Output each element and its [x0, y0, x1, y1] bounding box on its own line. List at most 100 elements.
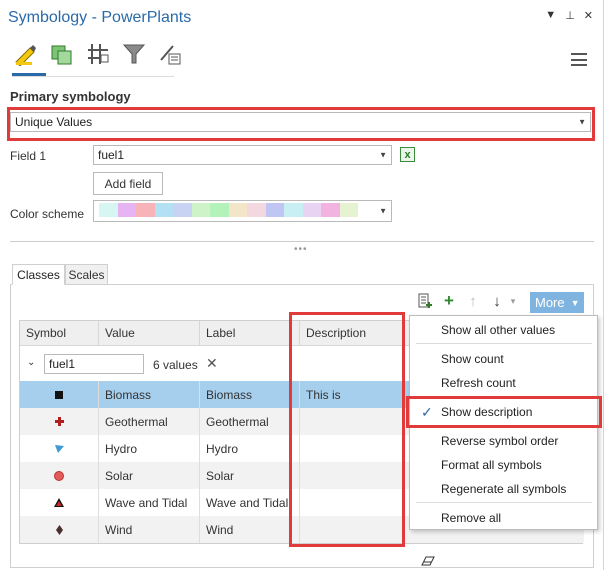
value-cell[interactable]: Hydro [99, 435, 200, 462]
tab-label-classes[interactable] [84, 40, 112, 70]
options-menu-icon[interactable] [571, 53, 587, 66]
pane-title-controls: ▼ ⊥ ✕ [545, 9, 593, 22]
group-value-count: 6 values [153, 358, 198, 372]
tab-filter[interactable] [120, 40, 148, 70]
menu-item-refresh-count[interactable]: Refresh count [410, 372, 597, 394]
black-square-symbol-icon [55, 390, 63, 399]
symbology-pane: Symbology - PowerPlants ▼ ⊥ ✕ Primary sy… [0, 0, 604, 570]
menu-item-regenerate-all-symbols[interactable]: Regenerate all symbols [410, 478, 597, 500]
expression-icon[interactable]: x [400, 147, 415, 162]
tab-classes[interactable]: Classes [12, 264, 65, 285]
color-scheme-preview [99, 203, 358, 217]
section-divider [10, 241, 594, 242]
column-header-symbol[interactable]: Symbol [20, 321, 99, 346]
collapse-chevron-icon[interactable]: ⌄ [27, 357, 35, 368]
color-swatch [191, 203, 210, 217]
menu-item-format-all-symbols[interactable]: Format all symbols [410, 454, 597, 476]
symbol-cell[interactable] [20, 516, 99, 543]
label-cell[interactable]: Geothermal [200, 408, 300, 435]
menu-item-remove-all[interactable]: Remove all [410, 507, 597, 529]
field1-label: Field 1 [10, 149, 47, 163]
value-cell[interactable]: Biomass [99, 381, 200, 408]
chevron-down-icon: ▼ [379, 206, 387, 216]
label-cell[interactable]: Biomass [200, 381, 300, 408]
pencil-icon [15, 45, 36, 66]
tab-attribute-drive[interactable] [156, 40, 184, 70]
color-swatch [302, 203, 321, 217]
eraser-cursor-icon [421, 556, 435, 566]
more-options-icon[interactable]: ▾ [507, 292, 519, 310]
symbology-tabs [12, 40, 184, 70]
value-cell[interactable]: Wind [99, 516, 200, 543]
color-swatch [173, 203, 192, 217]
color-swatch [228, 203, 247, 217]
red-cross-symbol-icon [54, 417, 64, 426]
symbol-cell[interactable] [20, 381, 99, 408]
chevron-down-icon: ▼ [578, 117, 586, 127]
symbol-cell[interactable] [20, 489, 99, 516]
color-swatch [154, 203, 173, 217]
label-cell[interactable]: Wave and Tidal [200, 489, 300, 516]
symbol-cell[interactable] [20, 435, 99, 462]
menu-item-reverse-symbol-order[interactable]: Reverse symbol order [410, 430, 597, 452]
color-swatch [210, 203, 229, 217]
tab-scales[interactable]: Scales [65, 264, 108, 285]
color-swatch [321, 203, 340, 217]
color-swatch [339, 203, 358, 217]
menu-item-show-all-other-values[interactable]: Show all other values [410, 319, 597, 341]
description-column-highlight [289, 312, 405, 547]
tab-separator [12, 76, 174, 77]
remove-group-icon[interactable]: ✕ [206, 355, 218, 372]
more-button[interactable]: More ▼ [530, 292, 584, 313]
move-down-icon[interactable]: ↓ [488, 292, 506, 310]
filter-icon [122, 44, 146, 64]
add-value-icon[interactable]: + [440, 291, 458, 310]
menu-separator [416, 343, 592, 344]
splitter-grip[interactable]: ••• [294, 244, 308, 255]
menu-separator [416, 502, 592, 503]
vary-symbology-icon [51, 45, 72, 65]
primary-symbology-value: Unique Values [15, 115, 93, 129]
pin-icon[interactable]: ⊥ [565, 9, 575, 22]
close-icon[interactable]: ✕ [584, 9, 593, 22]
color-swatch [265, 203, 284, 217]
pen-list-icon [160, 45, 181, 65]
value-cell[interactable]: Solar [99, 462, 200, 489]
pane-title: Symbology - PowerPlants [8, 9, 192, 26]
add-field-button[interactable]: Add field [93, 172, 163, 195]
primary-symbology-select[interactable]: Unique Values ▼ [10, 112, 591, 132]
tab-vary-symbology[interactable] [48, 40, 76, 70]
column-header-value[interactable]: Value [99, 321, 200, 346]
blue-triangle-symbol-icon [54, 444, 64, 453]
label-grid-icon [88, 44, 109, 64]
tab-primary-symbology[interactable] [12, 40, 40, 70]
more-button-label: More [535, 295, 565, 310]
symbol-cell[interactable] [20, 408, 99, 435]
symbol-cell[interactable] [20, 462, 99, 489]
red-circle-symbol-icon [54, 470, 64, 481]
color-swatch [136, 203, 155, 217]
label-cell[interactable]: Wind [200, 516, 300, 543]
value-cell[interactable]: Wave and Tidal [99, 489, 200, 516]
red-black-triangle-symbol-icon [54, 498, 64, 507]
pane-menu-icon[interactable]: ▼ [545, 9, 556, 22]
show-description-highlight [406, 396, 602, 428]
color-swatch [99, 203, 118, 217]
value-cell[interactable]: Geothermal [99, 408, 200, 435]
chevron-down-icon: ▼ [570, 297, 580, 308]
color-scheme-label: Color scheme [10, 207, 85, 221]
dark-diamond-symbol-icon [55, 524, 63, 535]
color-swatch [117, 203, 136, 217]
add-class-icon[interactable] [416, 292, 434, 310]
label-cell[interactable]: Solar [200, 462, 300, 489]
field1-value: fuel1 [98, 148, 125, 162]
field1-select[interactable]: fuel1 ▼ [93, 145, 392, 165]
chevron-down-icon: ▼ [379, 150, 387, 160]
primary-symbology-label: Primary symbology [10, 89, 131, 104]
group-field-name: fuel1 [44, 354, 144, 374]
menu-item-show-count[interactable]: Show count [410, 348, 597, 370]
column-header-label[interactable]: Label [200, 321, 300, 346]
move-up-icon[interactable]: ↑ [464, 292, 482, 310]
label-cell[interactable]: Hydro [200, 435, 300, 462]
color-swatch [284, 203, 303, 217]
